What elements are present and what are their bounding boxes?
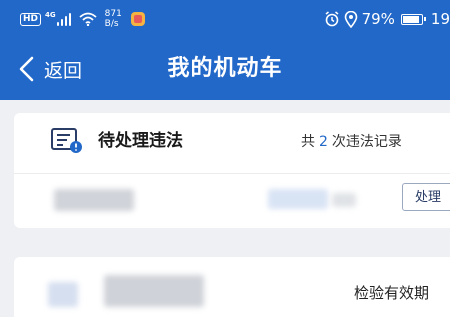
violation-count-text: 共 2 次违法记录 [301, 132, 402, 152]
net-speed: 871 B/s [105, 9, 122, 29]
app-notification-icon [130, 12, 145, 26]
net-speed-value: 871 [104, 9, 122, 19]
pending-violations-card: 待处理违法 共 2 次违法记录 处理 [14, 113, 450, 228]
blurred-violation-extra [332, 193, 356, 207]
signal-icon [56, 12, 73, 26]
status-right: 79% 19 [324, 8, 450, 30]
handle-violation-button[interactable]: 处理 [402, 183, 450, 211]
battery-icon [400, 13, 426, 25]
blurred-violation-info [268, 189, 328, 209]
status-left: HD 4G 871 B/s [20, 8, 145, 30]
blurred-vehicle-plate [104, 275, 204, 307]
wifi-icon [79, 12, 97, 26]
net-speed-unit: B/s [104, 19, 119, 29]
count-suffix: 次违法记录 [331, 134, 402, 150]
location-icon [344, 10, 357, 28]
clock: 19 [430, 10, 450, 28]
violation-document-icon [51, 128, 82, 153]
violation-count: 2 [319, 134, 328, 150]
blurred-vehicle-icon [48, 282, 78, 307]
network-type-label: 4G [45, 10, 56, 19]
vehicle-card[interactable]: 检验有效期 [14, 257, 450, 317]
inspection-validity-label: 检验有效期 [354, 284, 430, 302]
divider [14, 173, 450, 174]
pending-violations-header[interactable]: 待处理违法 共 2 次违法记录 [14, 113, 450, 171]
battery-percent: 79% [361, 10, 395, 28]
status-bar: HD 4G 871 B/s 79% 19 [0, 0, 450, 36]
page-title: 我的机动车 [167, 56, 283, 81]
pending-violations-title: 待处理违法 [98, 131, 183, 151]
hd-icon: HD [20, 12, 42, 26]
blurred-plate-number [54, 189, 134, 211]
count-prefix: 共 [301, 134, 315, 150]
nav-bar: 返回 我的机动车 [0, 42, 450, 98]
alarm-icon [325, 11, 339, 27]
